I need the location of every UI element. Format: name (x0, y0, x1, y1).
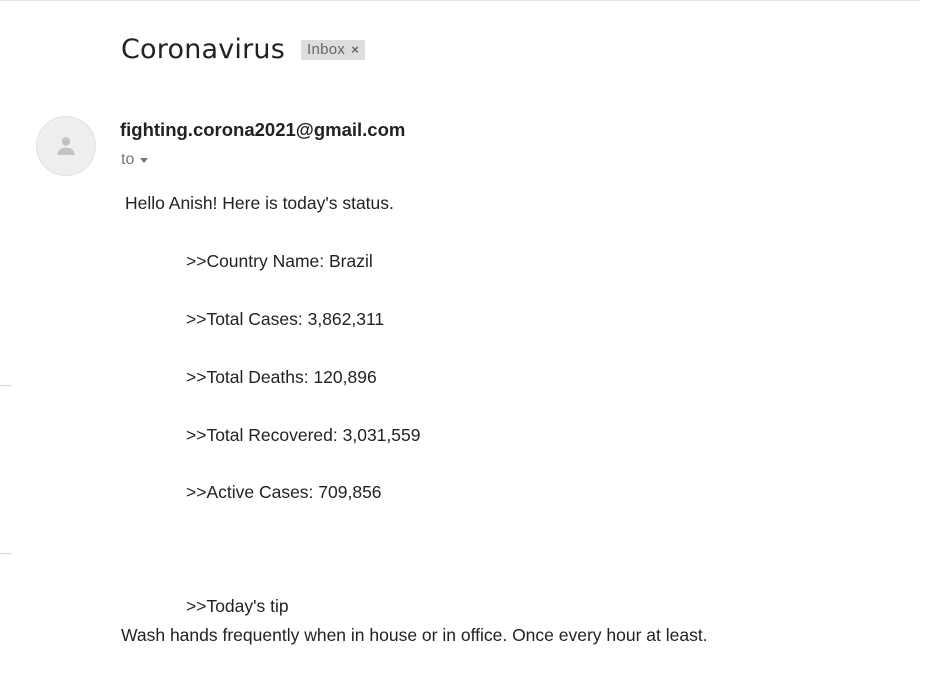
scroll-tick-mark (0, 553, 12, 554)
stat-country: >>Country Name: Brazil (186, 251, 373, 271)
tip-heading: >>Today's tip (186, 596, 289, 616)
inbox-label-chip[interactable]: Inbox × (301, 39, 365, 60)
stat-active-cases: >>Active Cases: 709,856 (186, 482, 382, 502)
stat-total-deaths: >>Total Deaths: 120,896 (186, 367, 377, 387)
tip-text: Wash hands frequently when in house or i… (121, 625, 708, 645)
top-divider (0, 0, 920, 1)
chevron-down-icon[interactable] (140, 158, 149, 163)
greeting-text: Hello Anish! Here is today's status. (125, 193, 394, 213)
sender-avatar[interactable] (36, 116, 96, 176)
to-label: to (121, 151, 135, 168)
inbox-label-text: Inbox (307, 40, 346, 58)
email-subject: Coronavirus (121, 34, 286, 65)
scroll-tick-mark (0, 385, 12, 386)
person-icon (57, 137, 75, 155)
remove-label-icon[interactable]: × (351, 42, 359, 57)
subject-row: Coronavirus Inbox × (121, 34, 365, 65)
stat-total-cases: >>Total Cases: 3,862,311 (186, 309, 385, 329)
sender-address[interactable]: fighting.corona2021@gmail.com (120, 119, 405, 141)
recipients-dropdown[interactable]: to (121, 151, 149, 169)
stat-total-recovered: >>Total Recovered: 3,031,559 (186, 425, 421, 445)
